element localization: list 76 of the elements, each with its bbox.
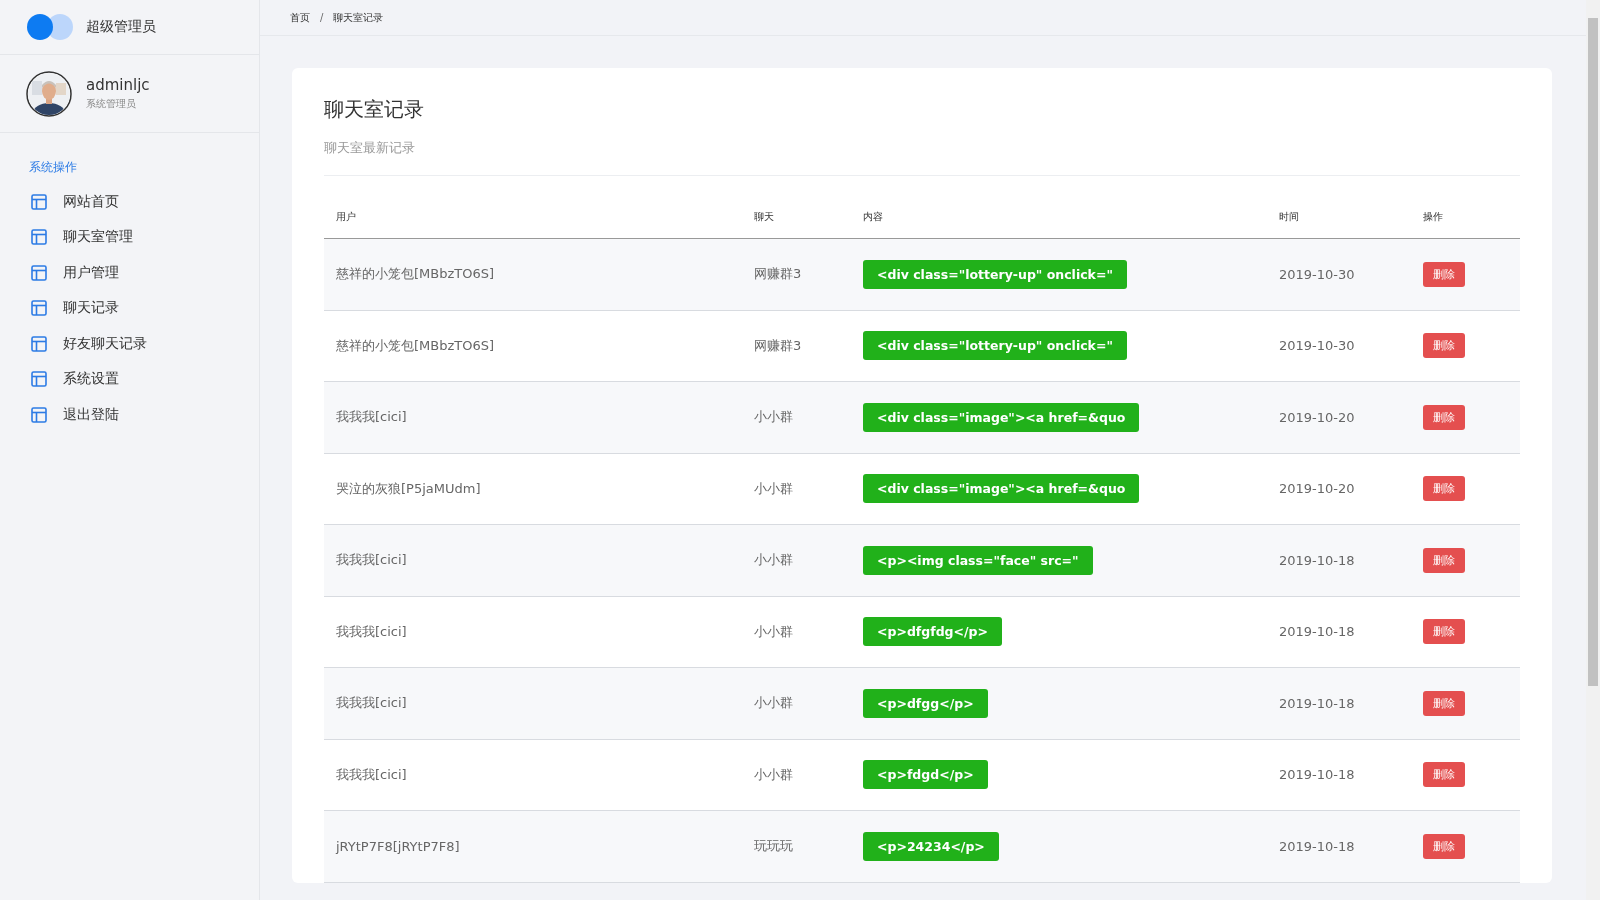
layout-icon <box>31 406 47 423</box>
logo-icon <box>26 13 74 41</box>
sidebar-item[interactable]: 网站首页 <box>0 184 259 220</box>
delete-button[interactable]: 删除 <box>1423 333 1465 359</box>
column-header: 时间 <box>1267 210 1411 239</box>
sidebar-item[interactable]: 聊天室管理 <box>0 219 259 255</box>
sidebar-item[interactable]: 系统设置 <box>0 361 259 397</box>
breadcrumb-separator: / <box>320 12 324 23</box>
table-cell: 小小群 <box>742 453 851 525</box>
column-header: 聊天 <box>742 210 851 239</box>
table-cell: 我我我[cici] <box>324 524 742 596</box>
message-badge: <p><img class="face" src=" <box>863 545 1093 575</box>
table-cell: 2019-10-18 <box>1267 524 1411 596</box>
delete-button[interactable]: 删除 <box>1423 833 1465 859</box>
card-subtitle: 聊天室最新记录 <box>324 139 416 157</box>
table-cell: 小小群 <box>742 381 851 453</box>
table-cell: 我我我[cici] <box>324 739 742 811</box>
table-cell: 2019-10-20 <box>1267 381 1411 453</box>
delete-button[interactable]: 删除 <box>1423 261 1465 287</box>
delete-button[interactable]: 删除 <box>1423 476 1465 502</box>
scrollbar[interactable] <box>1586 0 1600 900</box>
sidebar-item[interactable]: 聊天记录 <box>0 290 259 326</box>
table-cell: 2019-10-30 <box>1267 310 1411 382</box>
layout-icon <box>31 300 47 317</box>
brand-title: 超级管理员 <box>86 18 156 36</box>
message-badge: <p>24234</p> <box>863 831 999 861</box>
message-badge: <div class="lottery-up" onclick=" <box>863 331 1127 361</box>
table-cell: jRYtP7F8[jRYtP7F8] <box>324 810 742 882</box>
message-badge: <p>dfgg</p> <box>863 688 988 718</box>
layout-icon <box>31 229 47 246</box>
layout-icon <box>31 371 47 388</box>
section-title: 系统操作 <box>29 159 78 176</box>
table-cell: 网赚群3 <box>742 238 851 310</box>
table-cell: 2019-10-18 <box>1267 596 1411 668</box>
column-header: 操作 <box>1411 210 1520 239</box>
scrollbar-thumb[interactable] <box>1588 18 1598 686</box>
message-badge: <div class="lottery-up" onclick=" <box>863 259 1127 289</box>
breadcrumb-link[interactable]: 首页 <box>290 10 310 25</box>
table-cell: 小小群 <box>742 739 851 811</box>
column-header: 内容 <box>851 210 1267 239</box>
delete-button[interactable]: 删除 <box>1423 619 1465 645</box>
table-cell: 2019-10-20 <box>1267 453 1411 525</box>
table-cell: 慈祥的小笼包[MBbzTO6S] <box>324 310 742 382</box>
table-cell: 小小群 <box>742 667 851 739</box>
table-cell: 慈祥的小笼包[MBbzTO6S] <box>324 238 742 310</box>
table-cell: 2019-10-30 <box>1267 238 1411 310</box>
table-cell: 2019-10-18 <box>1267 739 1411 811</box>
sidebar-item[interactable]: 用户管理 <box>0 255 259 291</box>
message-badge: <p>fdgd</p> <box>863 760 988 790</box>
column-header: 用户 <box>324 210 742 239</box>
message-badge: <p>dfgfdg</p> <box>863 617 1003 647</box>
table-cell: 2019-10-18 <box>1267 810 1411 882</box>
table-cell: 哭泣的灰狼[P5jaMUdm] <box>324 453 742 525</box>
table-cell: 2019-10-18 <box>1267 667 1411 739</box>
user-name: adminljc <box>86 76 150 94</box>
table-cell: 小小群 <box>742 596 851 668</box>
table-cell: 我我我[cici] <box>324 596 742 668</box>
delete-button[interactable]: 删除 <box>1423 690 1465 716</box>
table-cell: 玩玩玩 <box>742 810 851 882</box>
table-cell: 我我我[cici] <box>324 381 742 453</box>
sidebar-item[interactable]: 退出登陆 <box>0 397 259 433</box>
card-title: 聊天室记录 <box>324 96 425 123</box>
delete-button[interactable]: 删除 <box>1423 547 1465 573</box>
layout-icon <box>31 264 47 281</box>
table-cell: 我我我[cici] <box>324 667 742 739</box>
sidebar-item[interactable]: 好友聊天记录 <box>0 326 259 362</box>
message-badge: <div class="image"><a href=&quo <box>863 402 1140 432</box>
delete-button[interactable]: 删除 <box>1423 404 1465 430</box>
user-role: 系统管理员 <box>86 97 137 111</box>
layout-icon <box>31 335 47 352</box>
table-cell: 小小群 <box>742 524 851 596</box>
message-badge: <div class="image"><a href=&quo <box>863 474 1140 504</box>
table-cell: 网赚群3 <box>742 310 851 382</box>
delete-button[interactable]: 删除 <box>1423 762 1465 788</box>
layout-icon <box>31 193 47 210</box>
breadcrumb-link[interactable]: 聊天室记录 <box>333 10 384 25</box>
